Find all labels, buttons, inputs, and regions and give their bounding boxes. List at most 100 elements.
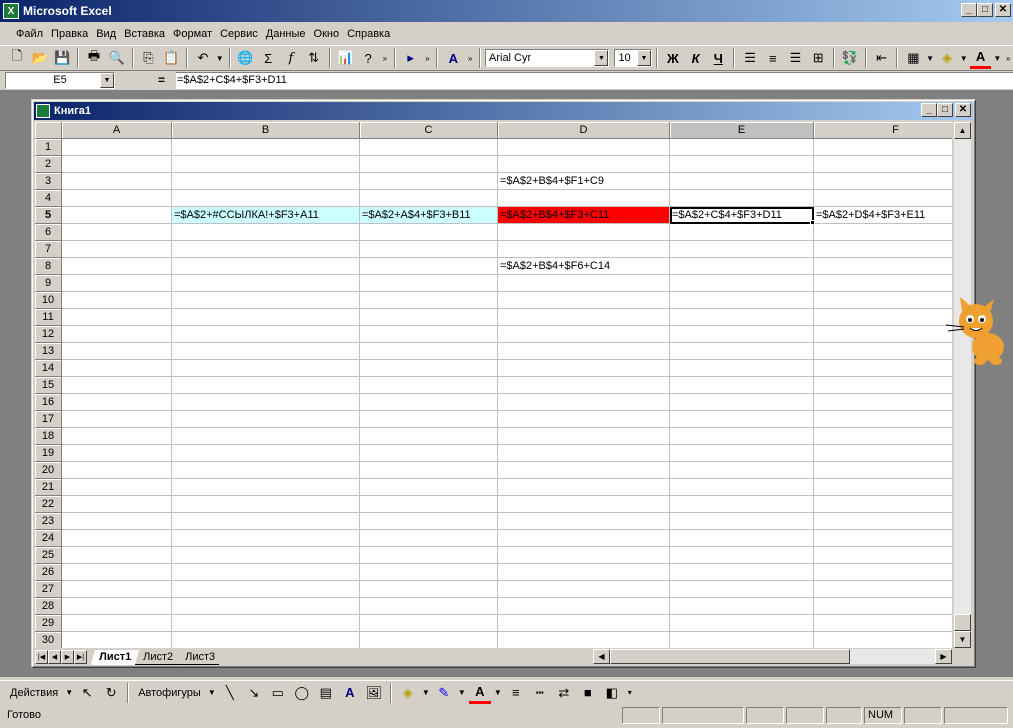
cell-F22[interactable]: [814, 496, 952, 513]
cell-D22[interactable]: [498, 496, 670, 513]
cell-C19[interactable]: [360, 445, 498, 462]
cell-E3[interactable]: [670, 173, 814, 190]
row-header-12[interactable]: 12: [35, 326, 62, 343]
cell-C8[interactable]: [360, 258, 498, 275]
cell-A18[interactable]: [62, 428, 172, 445]
cell-D13[interactable]: [498, 343, 670, 360]
row-header-25[interactable]: 25: [35, 547, 62, 564]
underline-button[interactable]: Ч: [707, 47, 729, 69]
cell-E19[interactable]: [670, 445, 814, 462]
menu-item-8[interactable]: Справка: [343, 28, 394, 40]
menu-item-1[interactable]: Правка: [47, 28, 92, 40]
cell-D9[interactable]: [498, 275, 670, 292]
cell-F29[interactable]: [814, 615, 952, 632]
cell-C12[interactable]: [360, 326, 498, 343]
menu-item-3[interactable]: Вставка: [120, 28, 169, 40]
cell-B3[interactable]: [172, 173, 360, 190]
cell-C17[interactable]: [360, 411, 498, 428]
actions-menu[interactable]: Действия: [6, 687, 62, 699]
cell-B18[interactable]: [172, 428, 360, 445]
cell-F15[interactable]: [814, 377, 952, 394]
cell-A8[interactable]: [62, 258, 172, 275]
cell-C25[interactable]: [360, 547, 498, 564]
cell-F25[interactable]: [814, 547, 952, 564]
save-disk-icon[interactable]: 💾: [51, 47, 73, 69]
wordart-icon[interactable]: A: [442, 47, 464, 69]
row-header-22[interactable]: 22: [35, 496, 62, 513]
cell-E22[interactable]: [670, 496, 814, 513]
row-header-2[interactable]: 2: [35, 156, 62, 173]
restore-button[interactable]: □: [977, 3, 993, 17]
cell-D7[interactable]: [498, 241, 670, 258]
cell-C22[interactable]: [360, 496, 498, 513]
cell-B25[interactable]: [172, 547, 360, 564]
cell-E29[interactable]: [670, 615, 814, 632]
cell-D4[interactable]: [498, 190, 670, 207]
cell-C21[interactable]: [360, 479, 498, 496]
align-left-icon[interactable]: ☰: [739, 47, 761, 69]
cell-A13[interactable]: [62, 343, 172, 360]
cell-B29[interactable]: [172, 615, 360, 632]
cell-D19[interactable]: [498, 445, 670, 462]
cell-A19[interactable]: [62, 445, 172, 462]
row-header-16[interactable]: 16: [35, 394, 62, 411]
cell-B12[interactable]: [172, 326, 360, 343]
scroll-right-icon[interactable]: ▶: [935, 649, 952, 664]
cell-E8[interactable]: [670, 258, 814, 275]
cell-B15[interactable]: [172, 377, 360, 394]
cell-D16[interactable]: [498, 394, 670, 411]
cell-C9[interactable]: [360, 275, 498, 292]
autoshapes-menu[interactable]: Автофигуры: [134, 687, 205, 699]
cell-D10[interactable]: [498, 292, 670, 309]
chevron-down-icon[interactable]: ▼: [100, 73, 114, 88]
name-box[interactable]: E5 ▼: [5, 72, 115, 89]
scroll-down-icon[interactable]: ▼: [954, 631, 971, 648]
cell-C10[interactable]: [360, 292, 498, 309]
cell-D3[interactable]: =$A$2+B$4+$F1+C9: [498, 173, 670, 190]
vertical-scrollbar[interactable]: ▲ ▼: [954, 122, 971, 648]
chevron-down-icon[interactable]: ▼: [457, 682, 467, 704]
fill-handle[interactable]: [810, 220, 815, 225]
autosum-icon[interactable]: Σ: [257, 47, 279, 69]
row-header-21[interactable]: 21: [35, 479, 62, 496]
cell-E26[interactable]: [670, 564, 814, 581]
cell-C14[interactable]: [360, 360, 498, 377]
workbook-minimize-button[interactable]: _: [921, 103, 937, 117]
row-header-23[interactable]: 23: [35, 513, 62, 530]
cell-A17[interactable]: [62, 411, 172, 428]
cell-A5[interactable]: [62, 207, 172, 224]
cell-F24[interactable]: [814, 530, 952, 547]
cell-F18[interactable]: [814, 428, 952, 445]
cell-F23[interactable]: [814, 513, 952, 530]
cell-E5[interactable]: =$A$2+C$4+$F3+D11: [670, 207, 814, 224]
toolbar-options-icon[interactable]: »: [1003, 47, 1013, 69]
cell-E1[interactable]: [670, 139, 814, 156]
row-header-13[interactable]: 13: [35, 343, 62, 360]
hyperlink-globe-icon[interactable]: 🌐: [235, 47, 257, 69]
row-header-24[interactable]: 24: [35, 530, 62, 547]
scroll-left-icon[interactable]: ◀: [593, 649, 610, 664]
office-assistant-cat-icon[interactable]: [946, 297, 1013, 367]
row-header-28[interactable]: 28: [35, 598, 62, 615]
play-arrow-icon[interactable]: ▸: [400, 47, 422, 69]
cell-C18[interactable]: [360, 428, 498, 445]
menu-item-4[interactable]: Формат: [169, 28, 216, 40]
cell-D6[interactable]: [498, 224, 670, 241]
cell-B26[interactable]: [172, 564, 360, 581]
cell-A29[interactable]: [62, 615, 172, 632]
cell-F21[interactable]: [814, 479, 952, 496]
cell-A24[interactable]: [62, 530, 172, 547]
cell-D29[interactable]: [498, 615, 670, 632]
cell-C13[interactable]: [360, 343, 498, 360]
cell-E4[interactable]: [670, 190, 814, 207]
cell-E9[interactable]: [670, 275, 814, 292]
sort-ascending-icon[interactable]: ⇅: [303, 47, 325, 69]
cell-A12[interactable]: [62, 326, 172, 343]
chevron-down-icon[interactable]: ▼: [207, 682, 217, 704]
italic-button[interactable]: К: [685, 47, 707, 69]
chart-wizard-icon[interactable]: 📊: [335, 47, 357, 69]
cell-F30[interactable]: [814, 632, 952, 648]
cell-F28[interactable]: [814, 598, 952, 615]
fill-color-icon[interactable]: ◈: [936, 47, 958, 69]
fill-color-dropdown-icon[interactable]: ▼: [959, 47, 969, 69]
